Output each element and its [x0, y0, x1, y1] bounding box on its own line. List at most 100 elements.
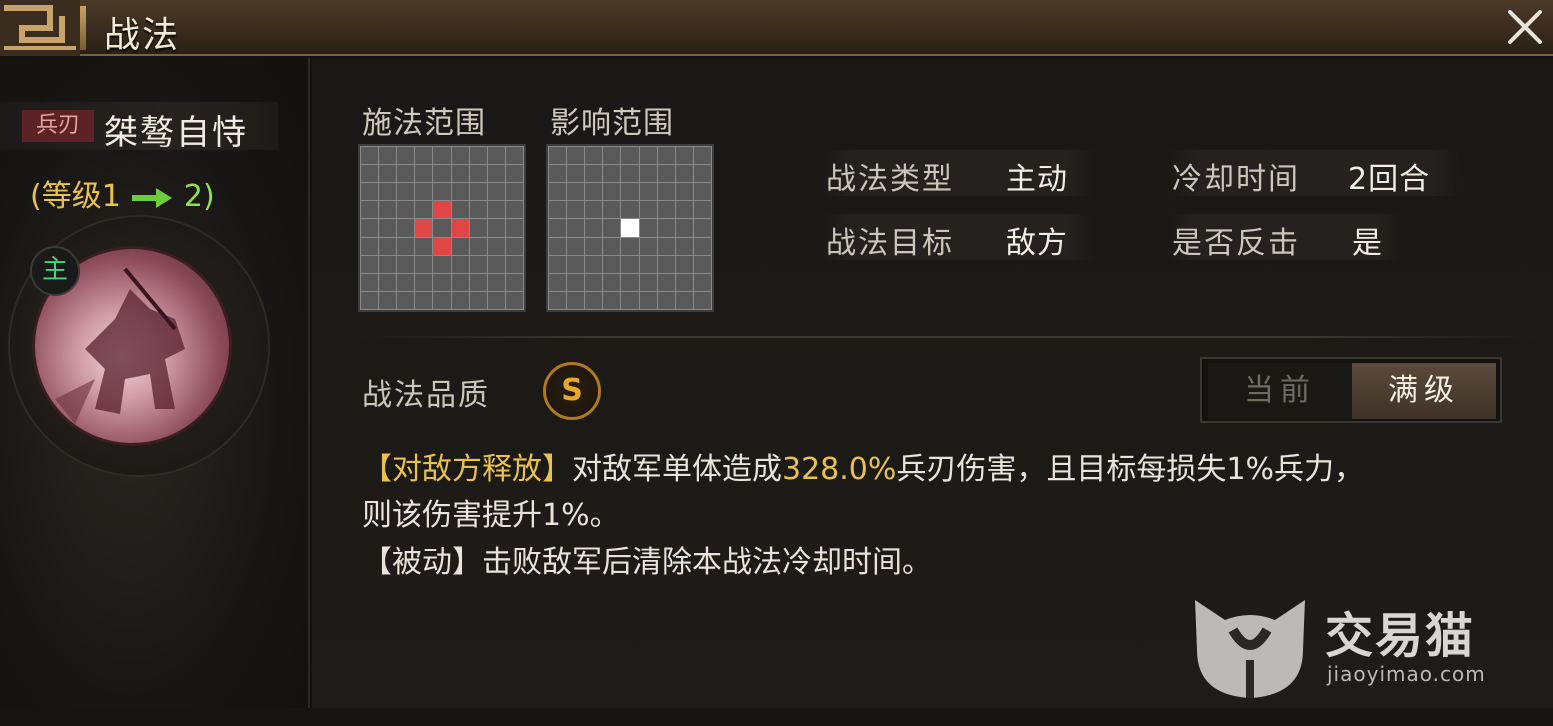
grid-cell — [675, 255, 693, 273]
skill-type-value: 主动 — [1006, 162, 1068, 197]
grid-cell — [379, 183, 397, 201]
grid-cell — [451, 291, 469, 309]
grid-cell — [397, 201, 415, 219]
grid-cell — [433, 219, 451, 237]
grid-cell — [487, 273, 505, 291]
skill-type-row: 战法类型 主动 — [824, 150, 1094, 197]
grid-cell — [415, 147, 433, 165]
toggle-max-level-button[interactable]: 满级 — [1352, 363, 1496, 419]
grid-cell — [469, 219, 487, 237]
grid-cell — [549, 147, 567, 165]
cast-range-cell — [451, 219, 469, 237]
grid-cell — [621, 237, 639, 255]
desc-damage-value: 328.0% — [782, 452, 897, 487]
grid-cell — [675, 183, 693, 201]
bottom-bar — [0, 708, 1553, 726]
grid-cell — [469, 237, 487, 255]
grid-cell — [657, 273, 675, 291]
grid-cell — [549, 291, 567, 309]
grid-cell — [693, 201, 711, 219]
grid-cell — [567, 219, 585, 237]
grid-cell — [693, 291, 711, 309]
grid-cell — [469, 273, 487, 291]
grid-cell — [693, 273, 711, 291]
grid-cell — [657, 219, 675, 237]
grid-cell — [469, 201, 487, 219]
section-divider — [352, 336, 1542, 338]
grid-cell — [415, 273, 433, 291]
grid-cell — [361, 255, 379, 273]
grid-cell — [415, 291, 433, 309]
grid-cell — [549, 165, 567, 183]
counterattack-row: 是否反击 是 — [1170, 214, 1400, 261]
skill-name: 桀骜自恃 — [104, 113, 248, 153]
level-view-toggle: 当前 满级 — [1200, 357, 1502, 423]
grid-cell — [585, 201, 603, 219]
grid-cell — [361, 147, 379, 165]
grid-cell — [469, 147, 487, 165]
quality-grade-badge: S — [543, 362, 601, 420]
description-line-1: 【对敌方释放】对敌军单体造成328.0%兵刃伤害，且目标每损失1%兵力， — [362, 444, 1364, 488]
grid-cell — [549, 183, 567, 201]
level-next: 2) — [183, 179, 215, 214]
weapon-type-tag: 兵刃 — [22, 110, 94, 142]
grid-cell — [505, 183, 523, 201]
grid-cell — [379, 201, 397, 219]
grid-cell — [603, 255, 621, 273]
grid-cell — [603, 183, 621, 201]
grid-cell — [361, 219, 379, 237]
grid-cell — [603, 219, 621, 237]
grid-cell — [693, 183, 711, 201]
grid-cell — [487, 201, 505, 219]
grid-cell — [621, 273, 639, 291]
skill-level: (等级1 2) — [30, 171, 215, 215]
grid-cell — [621, 165, 639, 183]
grid-cell — [379, 237, 397, 255]
grid-cell — [657, 255, 675, 273]
grid-cell — [621, 147, 639, 165]
title-bar: 战法 — [0, 0, 1553, 56]
skill-type-label: 战法类型 — [826, 162, 954, 197]
grid-cell — [549, 273, 567, 291]
grid-cell — [361, 183, 379, 201]
grid-cell — [657, 237, 675, 255]
grid-cell — [415, 183, 433, 201]
toggle-current-button[interactable]: 当前 — [1208, 363, 1352, 419]
effect-range-cell — [621, 219, 639, 237]
grid-cell — [487, 291, 505, 309]
effect-range-grid — [546, 144, 714, 312]
grid-cell — [693, 255, 711, 273]
grid-cell — [505, 147, 523, 165]
description-line-2: 则该伤害提升1%。 — [362, 498, 620, 533]
effect-range-label: 影响范围 — [550, 106, 674, 141]
grid-cell — [487, 183, 505, 201]
grid-cell — [451, 201, 469, 219]
grid-cell — [549, 255, 567, 273]
grid-cell — [487, 165, 505, 183]
counterattack-value: 是 — [1352, 226, 1383, 261]
grid-cell — [549, 201, 567, 219]
grid-cell — [433, 273, 451, 291]
grid-cell — [361, 237, 379, 255]
grid-cell — [585, 255, 603, 273]
grid-cell — [585, 183, 603, 201]
main-skill-badge: 主 — [30, 246, 80, 296]
grid-cell — [567, 147, 585, 165]
grid-cell — [657, 183, 675, 201]
grid-cell — [505, 219, 523, 237]
grid-cell — [549, 237, 567, 255]
grid-cell — [361, 201, 379, 219]
grid-cell — [693, 219, 711, 237]
grid-cell — [361, 291, 379, 309]
grid-cell — [585, 237, 603, 255]
grid-cell — [567, 183, 585, 201]
grid-cell — [639, 165, 657, 183]
desc-text-b: 兵刃伤害，且目标每损失1%兵力， — [896, 452, 1364, 487]
skill-target-value: 敌方 — [1006, 226, 1068, 261]
close-icon[interactable] — [1500, 4, 1550, 50]
grid-cell — [487, 237, 505, 255]
grid-cell — [693, 237, 711, 255]
grid-cell — [567, 255, 585, 273]
grid-cell — [693, 165, 711, 183]
title-divider — [80, 6, 86, 50]
